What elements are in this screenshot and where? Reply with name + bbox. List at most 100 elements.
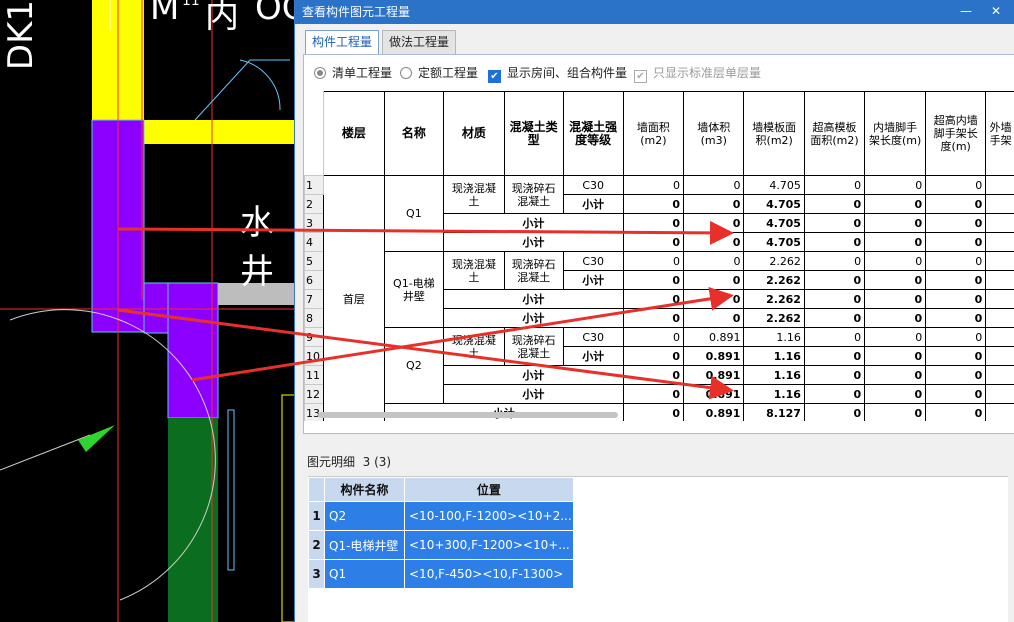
value-cell[interactable]: 1.16 xyxy=(743,327,805,347)
value-cell[interactable]: 0 xyxy=(925,251,987,271)
value-cell[interactable] xyxy=(985,289,1014,309)
floor-cell[interactable]: 首层 xyxy=(323,175,385,421)
value-cell[interactable]: 0 xyxy=(622,289,684,309)
col-header-high-inner-scaffold[interactable]: 超高内墙脚手架长度(m) xyxy=(925,91,987,176)
table-row[interactable]: 9 Q2 现浇混凝土 现浇碎石混凝土 C30 0 0.891 1.16 0 0 … xyxy=(304,327,1014,404)
value-cell[interactable]: 1.16 xyxy=(743,384,805,404)
value-cell[interactable]: 0 xyxy=(803,251,866,271)
value-cell[interactable]: 0 xyxy=(864,346,927,366)
value-cell[interactable]: 0 xyxy=(682,251,745,271)
value-cell[interactable]: 0 xyxy=(803,308,866,328)
detail-row[interactable]: 1 Q2 <10-100,F-1200><10+2... xyxy=(308,501,574,531)
value-cell[interactable]: 4.705 xyxy=(743,232,805,252)
value-cell[interactable]: 0 xyxy=(864,213,927,233)
value-cell[interactable] xyxy=(985,270,1014,290)
col-header-concrete-grade[interactable]: 混凝土强度等级 xyxy=(562,91,624,176)
value-cell[interactable]: 0 xyxy=(925,289,987,309)
quantity-table[interactable]: 楼层 名称 材质 混凝土类型 混凝土强度等级 墙面积(m2) 墙体积(m3) 墙… xyxy=(304,91,1014,421)
horizontal-scrollbar[interactable] xyxy=(318,412,618,418)
material-cell[interactable]: 现浇混凝土 xyxy=(442,327,505,366)
concrete-type-cell[interactable]: 现浇碎石混凝土 xyxy=(503,327,564,366)
component-name-cell[interactable]: Q1 xyxy=(324,559,405,589)
value-cell[interactable]: 0 xyxy=(925,403,987,421)
close-icon[interactable]: ✕ xyxy=(984,0,1008,24)
value-cell[interactable]: 0 xyxy=(803,213,866,233)
title-bar[interactable]: 查看构件图元工程量 — ✕ xyxy=(295,0,1014,24)
col-header-component-name[interactable]: 构件名称 xyxy=(324,477,405,502)
col-header-wall-volume[interactable]: 墙体积(m3) xyxy=(682,91,745,176)
radio-dinge[interactable]: 定额工程量 xyxy=(400,65,478,81)
value-cell[interactable]: 0 xyxy=(622,175,684,195)
value-cell[interactable]: 0 xyxy=(864,175,927,195)
value-cell[interactable]: 4.705 xyxy=(743,213,805,233)
value-cell[interactable]: 0 xyxy=(682,289,745,309)
value-cell[interactable]: 0 xyxy=(864,308,927,328)
value-cell[interactable]: 0.891 xyxy=(682,384,745,404)
value-cell[interactable] xyxy=(985,346,1014,366)
value-cell[interactable]: 0.891 xyxy=(682,365,745,385)
col-header-name[interactable]: 名称 xyxy=(383,91,444,176)
col-header-floor[interactable]: 楼层 xyxy=(323,91,385,176)
value-cell[interactable]: 0 xyxy=(864,232,927,252)
name-cell[interactable]: Q1 xyxy=(383,175,444,252)
col-header-high-formwork[interactable]: 超高模板面积(m2) xyxy=(803,91,866,176)
name-cell[interactable]: Q2 xyxy=(383,327,444,404)
value-cell[interactable]: 4.705 xyxy=(743,175,805,195)
value-cell[interactable]: 0.891 xyxy=(682,327,745,347)
value-cell[interactable]: 0 xyxy=(622,270,684,290)
subtotal-label[interactable]: 小计 xyxy=(562,270,624,290)
value-cell[interactable]: 0 xyxy=(682,213,745,233)
value-cell[interactable] xyxy=(985,365,1014,385)
value-cell[interactable] xyxy=(985,213,1014,233)
component-name-cell[interactable]: Q1-电梯井壁 xyxy=(324,530,405,560)
material-cell[interactable]: 现浇混凝土 xyxy=(442,175,505,214)
value-cell[interactable] xyxy=(985,403,1014,421)
value-cell[interactable]: 0 xyxy=(925,308,987,328)
subtotal-label[interactable]: 小计 xyxy=(442,365,624,385)
value-cell[interactable]: 0 xyxy=(925,270,987,290)
value-cell[interactable]: 0 xyxy=(864,403,927,421)
value-cell[interactable] xyxy=(985,327,1014,347)
value-cell[interactable]: 8.127 xyxy=(743,403,805,421)
value-cell[interactable]: 0 xyxy=(622,251,684,271)
detail-row[interactable]: 2 Q1-电梯井壁 <10+300,F-1200><10+... xyxy=(308,530,574,560)
concrete-type-cell[interactable]: 现浇碎石混凝土 xyxy=(503,175,564,214)
position-cell[interactable]: <10,F-450><10,F-1300> xyxy=(404,559,574,589)
subtotal-label[interactable]: 小计 xyxy=(442,289,624,309)
value-cell[interactable]: 0 xyxy=(682,175,745,195)
value-cell[interactable]: 0 xyxy=(864,289,927,309)
col-header-material[interactable]: 材质 xyxy=(442,91,505,176)
value-cell[interactable]: 0 xyxy=(803,175,866,195)
value-cell[interactable] xyxy=(985,175,1014,195)
value-cell[interactable] xyxy=(985,232,1014,252)
value-cell[interactable]: 0 xyxy=(864,327,927,347)
value-cell[interactable]: 0 xyxy=(682,308,745,328)
table-row[interactable]: 5 Q1-电梯井壁 现浇混凝土 现浇碎石混凝土 C30 0 0 2.262 0 … xyxy=(304,251,1014,328)
col-header-wall-area[interactable]: 墙面积(m2) xyxy=(622,91,684,176)
value-cell[interactable]: 0 xyxy=(925,384,987,404)
value-cell[interactable] xyxy=(985,308,1014,328)
value-cell[interactable]: 0 xyxy=(803,346,866,366)
value-cell[interactable]: 0.891 xyxy=(682,403,745,421)
value-cell[interactable]: 0 xyxy=(925,213,987,233)
value-cell[interactable]: 2.262 xyxy=(743,308,805,328)
detail-row[interactable]: 3 Q1 <10,F-450><10,F-1300> xyxy=(308,559,574,589)
value-cell[interactable]: 0 xyxy=(682,232,745,252)
subtotal-label[interactable]: 小计 xyxy=(562,194,624,214)
value-cell[interactable]: 0 xyxy=(622,308,684,328)
value-cell[interactable]: 0 xyxy=(622,327,684,347)
minimize-icon[interactable]: — xyxy=(954,0,978,24)
subtotal-label[interactable]: 小计 xyxy=(442,232,624,252)
position-cell[interactable]: <10+300,F-1200><10+... xyxy=(404,530,574,560)
value-cell[interactable]: 0 xyxy=(864,270,927,290)
table-row[interactable]: 1 首层 Q1 现浇混凝土 现浇碎石混凝土 C30 0 0 4.705 0 0 … xyxy=(304,175,1014,421)
value-cell[interactable]: 0.891 xyxy=(682,346,745,366)
value-cell[interactable]: 0 xyxy=(622,213,684,233)
value-cell[interactable]: 0 xyxy=(925,175,987,195)
grade-cell[interactable]: C30 xyxy=(562,251,624,271)
name-cell[interactable]: Q1-电梯井壁 xyxy=(383,251,444,328)
component-name-cell[interactable]: Q2 xyxy=(324,501,405,531)
value-cell[interactable]: 0 xyxy=(622,384,684,404)
value-cell[interactable]: 0 xyxy=(925,232,987,252)
value-cell[interactable]: 0 xyxy=(803,365,866,385)
